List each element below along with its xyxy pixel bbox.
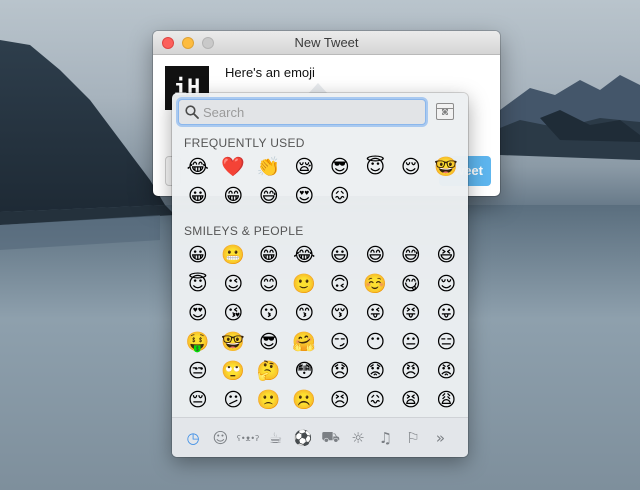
emoji-cell[interactable]: 😳 bbox=[287, 357, 323, 386]
window-titlebar[interactable]: New Tweet bbox=[153, 31, 500, 55]
emoji-cell[interactable]: 😘 bbox=[216, 299, 252, 328]
emoji-cell[interactable]: ☹️ bbox=[287, 386, 323, 415]
emoji-cell[interactable]: 😃 bbox=[322, 241, 358, 270]
emoji-cell[interactable]: 😠 bbox=[393, 357, 429, 386]
emoji-cell[interactable]: 🤔 bbox=[251, 357, 287, 386]
emoji-cell[interactable]: 😡 bbox=[429, 357, 465, 386]
emoji-cell[interactable]: 😶 bbox=[358, 328, 394, 357]
emoji-cell[interactable]: 😄 bbox=[358, 241, 394, 270]
emoji-cell[interactable]: 😌 bbox=[393, 153, 429, 182]
emoji-cell[interactable]: 😝 bbox=[393, 299, 429, 328]
keyboard-viewer-button[interactable]: ⌘ bbox=[436, 103, 454, 120]
emoji-cell[interactable]: 😛 bbox=[429, 299, 465, 328]
smiley-icon[interactable]: ☺ bbox=[210, 427, 232, 449]
emoji-cell[interactable]: 😇 bbox=[358, 153, 394, 182]
category-bar: ◷ ☺ ʕ•ᴥ•ʔ ☕ ⚽ ⛟ ☼ ♫ ⚐ » bbox=[172, 417, 468, 457]
emoji-cell[interactable]: 😑 bbox=[429, 328, 465, 357]
emoji-cell[interactable]: 😨 bbox=[287, 415, 323, 416]
emoji-search-input[interactable] bbox=[203, 103, 418, 121]
window-title: New Tweet bbox=[294, 35, 359, 50]
emoji-cell[interactable]: 😁 bbox=[216, 182, 252, 211]
car-icon[interactable]: ⛟ bbox=[320, 427, 342, 449]
emoji-cell[interactable]: 😎 bbox=[251, 328, 287, 357]
emoji-cell[interactable]: 😕 bbox=[216, 386, 252, 415]
search-icon bbox=[185, 105, 199, 119]
emoji-cell[interactable]: 😙 bbox=[287, 299, 323, 328]
keyboard-viewer-symbol: ⌘ bbox=[441, 108, 449, 117]
emoji-cell[interactable]: 😟 bbox=[358, 357, 394, 386]
minimize-window-button[interactable] bbox=[182, 37, 194, 49]
emoji-cell[interactable]: 😂 bbox=[180, 153, 216, 182]
emoji-cell[interactable]: 😅 bbox=[393, 241, 429, 270]
emoji-cell[interactable]: 🤓 bbox=[429, 153, 465, 182]
emoji-cell[interactable]: 😌 bbox=[429, 270, 465, 299]
emoji-cell[interactable]: 😎 bbox=[322, 153, 358, 182]
more-categories-icon[interactable]: » bbox=[430, 427, 452, 449]
emoji-cell[interactable]: 😫 bbox=[393, 386, 429, 415]
emoji-cell[interactable]: 😦 bbox=[393, 415, 429, 416]
emoji-search-field[interactable] bbox=[178, 99, 426, 125]
emoji-cell[interactable]: 😬 bbox=[216, 241, 252, 270]
emoji-cell[interactable]: 😐 bbox=[393, 328, 429, 357]
emoji-cell[interactable]: ❤️ bbox=[216, 153, 252, 182]
lightbulb-icon[interactable]: ☼ bbox=[347, 427, 369, 449]
section-header-frequently-used: FREQUENTLY USED bbox=[184, 136, 305, 150]
emoji-cell[interactable]: 🤗 bbox=[287, 328, 323, 357]
emoji-scroll-area[interactable]: FREQUENTLY USED 😂 ❤️ 👏 😪 😎 😇 😌 🤓 😀 😁 😅 😍 😖 SMILEYS &… bbox=[172, 131, 468, 416]
emoji-cell[interactable]: 😰 bbox=[322, 415, 358, 416]
frequently-used-grid: 😂 ❤️ 👏 😪 😎 😇 😌 🤓 😀 😁 😅 😍 😖 bbox=[180, 153, 468, 211]
emoji-cell[interactable]: 😀 bbox=[180, 241, 216, 270]
emoji-cell[interactable]: 😁 bbox=[251, 241, 287, 270]
emoji-cell[interactable]: 😅 bbox=[251, 182, 287, 211]
emoji-cell[interactable]: 😊 bbox=[251, 270, 287, 299]
emoji-cell[interactable]: 😤 bbox=[180, 415, 216, 416]
emoji-cell[interactable]: 🙁 bbox=[251, 386, 287, 415]
food-icon[interactable]: ☕ bbox=[265, 427, 287, 449]
emoji-cell[interactable]: 😣 bbox=[322, 386, 358, 415]
emoji-cell[interactable]: 😪 bbox=[287, 153, 323, 182]
emoji-cell[interactable]: 😂 bbox=[287, 241, 323, 270]
emoji-cell[interactable]: ☺️ bbox=[358, 270, 394, 299]
smileys-people-grid: 😀 😬 😁 😂 😃 😄 😅 😆 😇 😉 😊 🙂 🙃 ☺️ 😋 😌 😍 😘 😗 😙 😚 😜 😝 😛 🤑 🤓 😎 🤗 😏 😶 😐 😑 😒 🙄 🤔 😳 😞 😟 😠… bbox=[180, 241, 468, 416]
section-header-smileys-people: SMILEYS & PEOPLE bbox=[184, 224, 304, 238]
clock-icon[interactable]: ◷ bbox=[182, 427, 204, 449]
close-window-button[interactable] bbox=[162, 37, 174, 49]
emoji-cell[interactable]: 😞 bbox=[322, 357, 358, 386]
emoji-cell[interactable]: 😖 bbox=[358, 386, 394, 415]
flag-icon[interactable]: ⚐ bbox=[402, 427, 424, 449]
emoji-cell[interactable]: 😔 bbox=[180, 386, 216, 415]
emoji-cell[interactable]: 😱 bbox=[251, 415, 287, 416]
bear-icon[interactable]: ʕ•ᴥ•ʔ bbox=[237, 427, 259, 449]
emoji-cell[interactable]: 😀 bbox=[180, 182, 216, 211]
emoji-cell[interactable]: 😖 bbox=[322, 182, 358, 211]
emoji-cell[interactable]: 🙃 bbox=[322, 270, 358, 299]
symbols-icon[interactable]: ♫ bbox=[375, 427, 397, 449]
emoji-cell[interactable]: 😮 bbox=[216, 415, 252, 416]
zoom-window-button[interactable] bbox=[202, 37, 214, 49]
emoji-cell[interactable]: 😒 bbox=[180, 357, 216, 386]
emoji-cell[interactable]: 😩 bbox=[429, 386, 465, 415]
emoji-cell[interactable]: 😯 bbox=[358, 415, 394, 416]
emoji-cell[interactable]: 🙄 bbox=[216, 357, 252, 386]
emoji-cell[interactable]: 😍 bbox=[287, 182, 323, 211]
emoji-cell[interactable]: 😆 bbox=[429, 241, 465, 270]
emoji-cell[interactable]: 🙂 bbox=[287, 270, 323, 299]
emoji-cell[interactable]: 😏 bbox=[322, 328, 358, 357]
emoji-cell[interactable]: 😋 bbox=[393, 270, 429, 299]
emoji-picker: ⌘ FREQUENTLY USED 😂❤️👏😪😎😇😌🤓😀😁😅😍😖 SMILEYS… bbox=[172, 93, 468, 457]
emoji-cell[interactable]: 😧 bbox=[429, 415, 465, 416]
ball-icon[interactable]: ⚽ bbox=[292, 427, 314, 449]
emoji-cell[interactable]: 🤓 bbox=[216, 328, 252, 357]
emoji-cell[interactable]: 😍 bbox=[180, 299, 216, 328]
emoji-cell[interactable]: 😇 bbox=[180, 270, 216, 299]
emoji-cell[interactable]: 😉 bbox=[216, 270, 252, 299]
emoji-cell[interactable]: 😗 bbox=[251, 299, 287, 328]
emoji-cell[interactable]: 🤑 bbox=[180, 328, 216, 357]
emoji-cell[interactable]: 👏 bbox=[251, 153, 287, 182]
emoji-cell[interactable]: 😚 bbox=[322, 299, 358, 328]
tweet-compose-field[interactable]: Here's an emoji bbox=[225, 65, 315, 80]
emoji-cell[interactable]: 😜 bbox=[358, 299, 394, 328]
